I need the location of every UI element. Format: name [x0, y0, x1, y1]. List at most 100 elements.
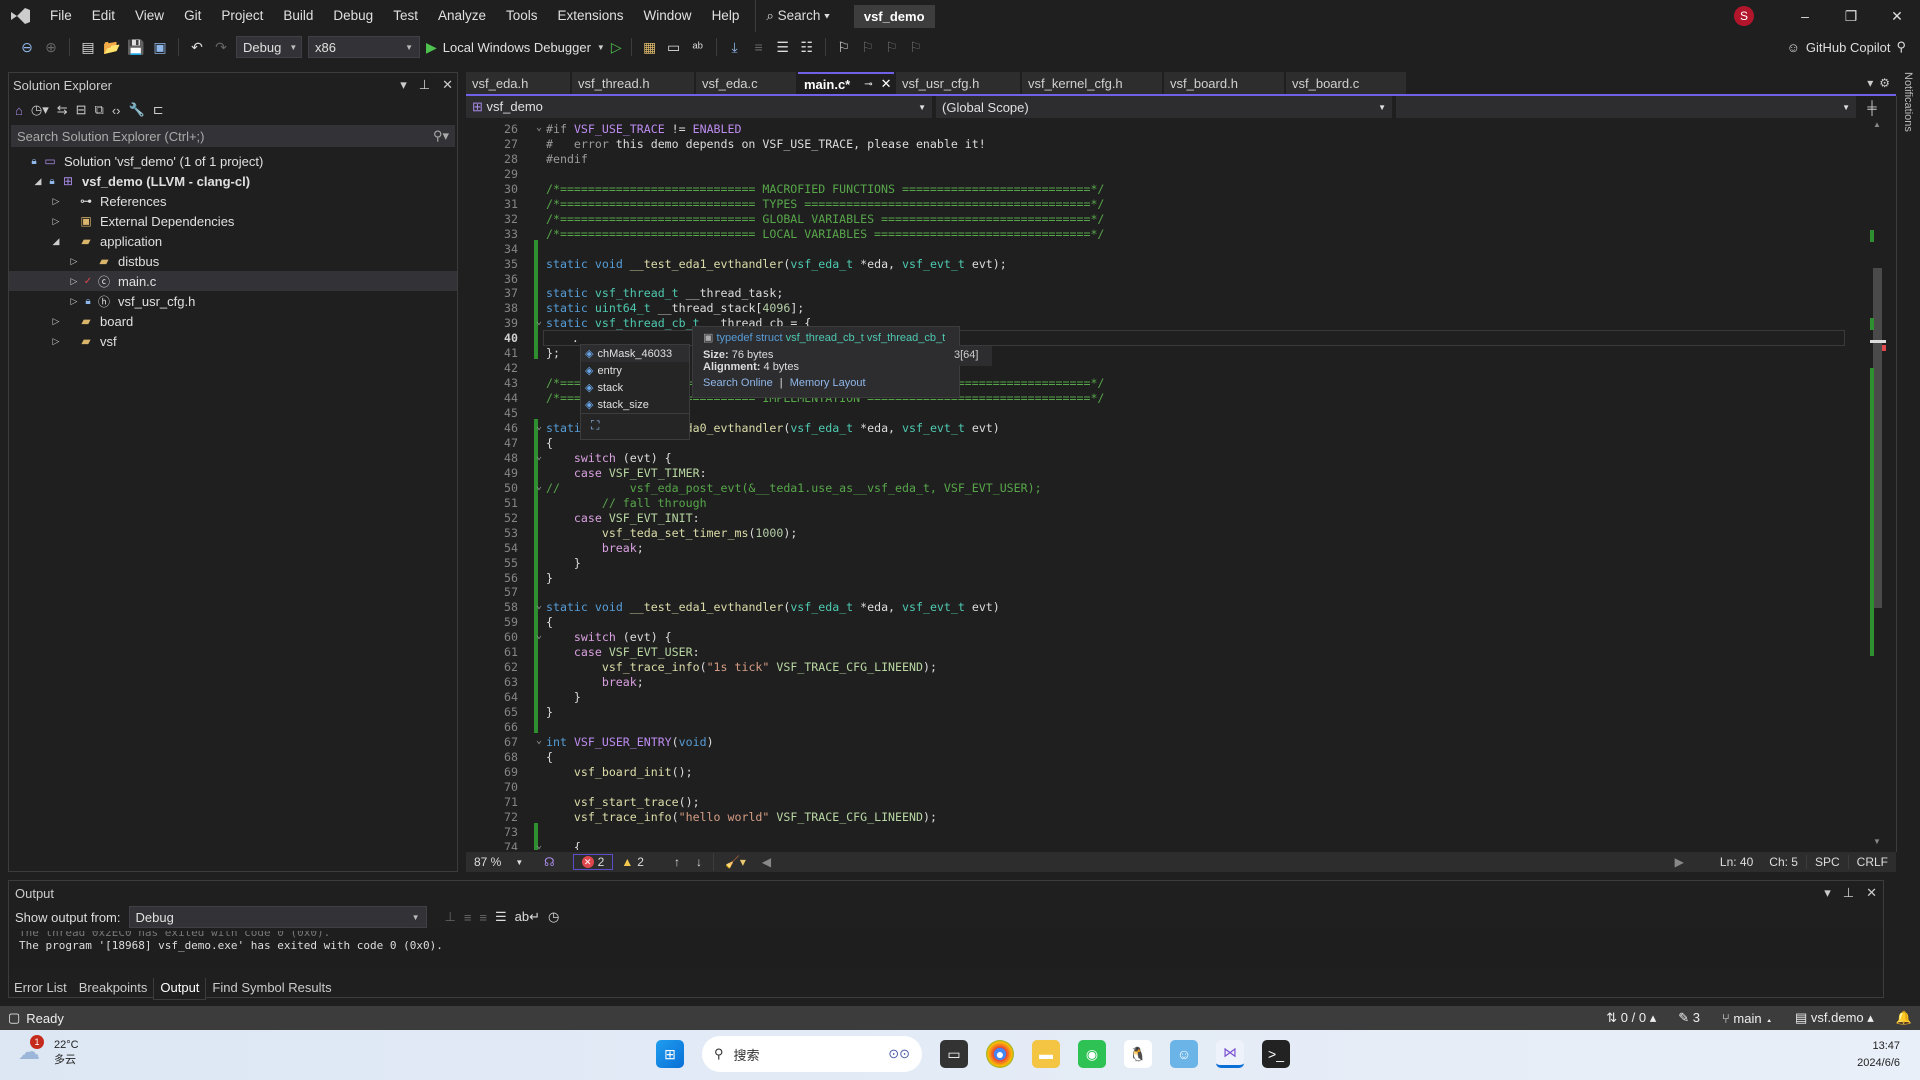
file-explorer-icon[interactable]: ▬ [1032, 1040, 1060, 1068]
code-editor[interactable]: 26 ⌄ #if VSF_USE_TRACE != ENABLED 27 # error… [466, 118, 1870, 850]
member-dropdown[interactable]: ▼ [1396, 96, 1856, 118]
editor-tab[interactable]: vsf_kernel_cfg.h [1022, 72, 1162, 94]
pin-icon[interactable]: ⊥ [419, 77, 430, 93]
branch-selector[interactable]: ⑂ main ▴ [1722, 1011, 1773, 1026]
code-line[interactable]: break; [546, 541, 644, 555]
global-search[interactable]: ⌕ Search ▾ [755, 0, 840, 32]
editor-tab[interactable]: vsf_eda.c [696, 72, 796, 94]
code-line[interactable]: int VSF_USER_ENTRY(void) [546, 735, 714, 749]
indent-icon[interactable]: ☰ [774, 39, 792, 56]
fold-toggle-icon[interactable]: ⌄ [536, 735, 542, 746]
char-number[interactable]: Ch: 5 [1761, 855, 1806, 869]
minimize-button[interactable]: – [1782, 8, 1828, 24]
project-dropdown[interactable]: ⊞ vsf_demo ▼ [466, 96, 932, 118]
tree-item[interactable]: ▷ 🔒︎ ⓗ vsf_usr_cfg.h [9, 291, 457, 311]
ai-icon[interactable]: ☊ [536, 855, 563, 869]
navigate-forward-icon[interactable]: ⊕ [42, 39, 60, 56]
menu-extensions[interactable]: Extensions [548, 0, 634, 32]
bottom-tab[interactable]: Output [153, 978, 207, 1000]
code-line[interactable]: vsf_trace_info("1s tick" VSF_TRACE_CFG_L… [546, 660, 937, 674]
code-line[interactable]: } [546, 705, 553, 719]
find-in-files-icon[interactable]: ▦ [641, 39, 659, 56]
wechat-icon[interactable]: ◉ [1078, 1040, 1106, 1068]
menu-project[interactable]: Project [211, 0, 273, 32]
code-line[interactable]: static vsf_thread_t __thread_task; [546, 286, 783, 300]
view-code-icon[interactable]: ‹› [112, 103, 121, 118]
configuration-select[interactable]: Debug ▼ [236, 36, 302, 58]
taskbar-search[interactable]: ⚲ 搜索 ⊙⊙ [702, 1036, 922, 1072]
scroll-right-icon[interactable]: ▶ [1667, 855, 1692, 869]
line-endings[interactable]: CRLF [1847, 855, 1896, 869]
code-line[interactable]: /*============================ MACROFIED… [546, 182, 1104, 196]
expand-arrow-icon[interactable]: ▷ [49, 216, 63, 227]
show-all-files-icon[interactable]: ⧉ [95, 102, 104, 118]
notifications-side-tab[interactable]: Notifications [1896, 72, 1914, 192]
preview-icon[interactable]: ⊏ [153, 102, 164, 118]
bottom-tab[interactable]: Error List [8, 978, 73, 1000]
code-line[interactable]: { [546, 840, 581, 850]
sync-status[interactable]: ⇅ 0 / 0 ▴ [1606, 1010, 1656, 1026]
editor-tab[interactable]: main.c* ⊸ ✕ [798, 72, 894, 94]
redo-icon[interactable]: ↷ [212, 39, 230, 56]
code-line[interactable]: # error this demo depends on VSF_USE_TRA… [546, 137, 986, 151]
tree-item[interactable]: ◢ 🔒︎ ⊞ vsf_demo (LLVM - clang-cl) [9, 171, 457, 191]
scroll-thumb[interactable] [1873, 268, 1882, 608]
menu-edit[interactable]: Edit [82, 0, 125, 32]
tab-overflow-icon[interactable]: ▾ [1867, 76, 1873, 90]
sync-icon[interactable]: ⇆ [57, 102, 68, 118]
line-number[interactable]: Ln: 40 [1712, 855, 1761, 869]
next-issue-icon[interactable]: ↓ [688, 855, 710, 869]
menu-build[interactable]: Build [273, 0, 323, 32]
warning-count[interactable]: ▲ 2 [613, 855, 652, 869]
code-line[interactable]: switch (evt) { [546, 630, 672, 644]
memory-layout-link[interactable]: Memory Layout [790, 377, 866, 389]
start-button[interactable]: ⊞ [656, 1040, 684, 1068]
code-line[interactable]: /*============================ TYPES ===… [546, 197, 1104, 211]
expand-arrow-icon[interactable]: ▷ [67, 276, 81, 287]
save-icon[interactable]: 💾 [127, 39, 145, 56]
fold-toggle-icon[interactable]: ⌄ [536, 630, 542, 641]
completion-item[interactable]: ◈ stack_size [581, 396, 689, 413]
properties-icon[interactable]: 🔧 [129, 102, 145, 118]
output-text[interactable]: The thread 0x2EC0 has exited with code 0… [9, 929, 1883, 969]
open-file-icon[interactable]: 📂 [103, 39, 121, 56]
home-icon[interactable]: ⌂ [15, 103, 23, 118]
code-line[interactable]: switch (evt) { [546, 451, 672, 465]
qq-icon[interactable]: 🐧 [1124, 1040, 1152, 1068]
completion-item[interactable]: ◈ chMask_46033 [581, 345, 689, 362]
editor-tab[interactable]: vsf_board.c [1286, 72, 1406, 94]
code-line[interactable]: static void __test_eda1_evthandler(vsf_e… [546, 257, 1007, 271]
navigate-back-icon[interactable]: ⊖ [18, 39, 36, 56]
pending-changes-icon[interactable]: ◷▾ [31, 102, 49, 118]
fold-toggle-icon[interactable]: ⌄ [536, 316, 542, 327]
menu-window[interactable]: Window [634, 0, 702, 32]
editor-tab[interactable]: vsf_thread.h [572, 72, 694, 94]
weather-widget[interactable]: ☁ 1 22°C 多云 [18, 1035, 79, 1068]
tree-item[interactable]: 🔒︎ ▭ Solution 'vsf_demo' (1 of 1 project) [9, 151, 457, 171]
code-line[interactable]: case VSF_EVT_TIMER: [546, 466, 707, 480]
expand-arrow-icon[interactable]: ▷ [67, 256, 81, 267]
completion-item[interactable]: ◈ stack [581, 379, 689, 396]
code-line[interactable]: // vsf_eda_post_evt(&__teda1.use_as__vsf… [546, 481, 1042, 495]
tree-item[interactable]: ▷ ▰ board [9, 311, 457, 331]
expand-arrow-icon[interactable]: ▷ [49, 316, 63, 327]
github-copilot-button[interactable]: ☺ GitHub Copilot ⚲ [1787, 32, 1906, 62]
code-line[interactable]: /*============================ GLOBAL VA… [546, 212, 1104, 226]
code-line[interactable]: #endif [546, 152, 588, 166]
close-panel-icon[interactable]: ✕ [442, 77, 453, 93]
chrome-icon[interactable]: ● [986, 1040, 1014, 1068]
expand-completion-icon[interactable]: ⛶ [581, 413, 689, 437]
next-bookmark-icon[interactable]: ⚐ [883, 39, 901, 56]
code-line[interactable]: }; [546, 346, 560, 360]
menu-debug[interactable]: Debug [323, 0, 383, 32]
code-line[interactable]: vsf_start_trace(); [546, 795, 700, 809]
prev-bookmark-icon[interactable]: ⚐ [859, 39, 877, 56]
spell-check-icon[interactable]: ᵃᵇ [689, 39, 707, 55]
tree-item[interactable]: ▷ ▣ External Dependencies [9, 211, 457, 231]
tree-item[interactable]: ▷ ▰ vsf [9, 331, 457, 351]
editor-vertical-scrollbar[interactable]: ▲ ▼ [1870, 118, 1886, 850]
tree-item[interactable]: ▷ ▰ distbus [9, 251, 457, 271]
new-project-icon[interactable]: ▤ [79, 39, 97, 56]
fold-toggle-icon[interactable]: ⌄ [536, 840, 542, 850]
start-debugging-icon[interactable]: ▶ [426, 39, 437, 56]
